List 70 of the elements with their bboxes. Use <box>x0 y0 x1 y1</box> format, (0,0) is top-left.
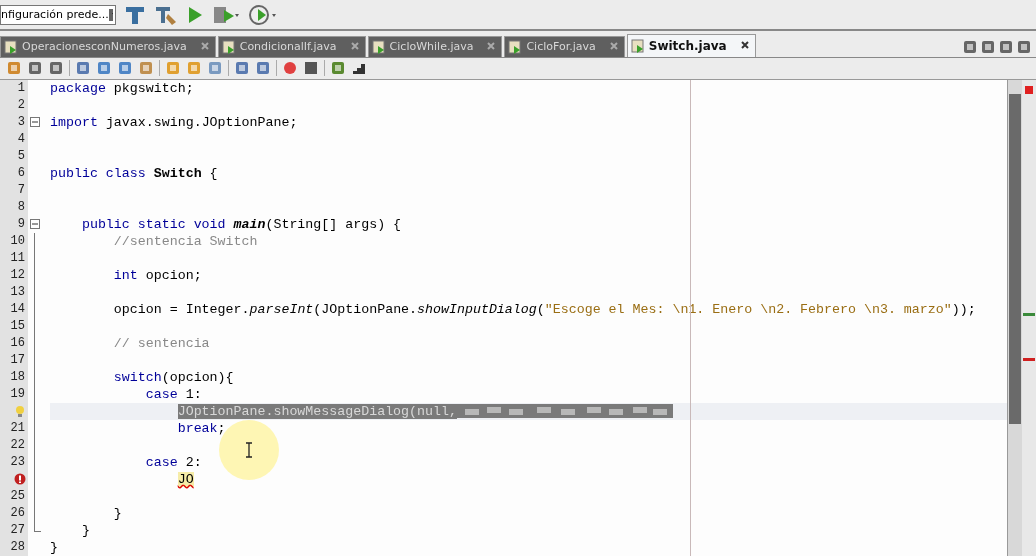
code-line: opcion = Integer.parseInt(JOptionPane.showInputDialog("Escoge el Mes: \n1. Enero \n2. Febrero \n3. marzo")); <box>112 301 977 318</box>
line-number: 21 <box>10 421 25 435</box>
line-number: 3 <box>17 115 25 129</box>
line-number: 14 <box>10 302 25 316</box>
code-line: //sentencia Switch <box>112 233 259 250</box>
tab-label: OperacionesconNumeros.java <box>22 40 187 54</box>
tab-label: CondicionalIf.java <box>239 40 337 54</box>
tab-label: CicloWhile.java <box>389 40 474 54</box>
code-line: case 1: <box>144 386 203 403</box>
tab-label: Switch.java <box>648 38 727 53</box>
line-number: 1 <box>17 81 25 95</box>
configuration-dropdown[interactable]: nfiguración prede... <box>0 4 116 25</box>
file-tab[interactable]: CondicionalIf.java <box>217 35 366 57</box>
java-file-icon <box>508 39 523 54</box>
error-icon[interactable] <box>14 473 26 485</box>
code-line: public class Switch { <box>50 165 219 182</box>
line-number: 11 <box>10 251 25 265</box>
code-line: break; <box>176 420 227 437</box>
collapse-icon[interactable] <box>30 219 40 229</box>
line-number: 19 <box>10 387 25 401</box>
close-icon[interactable] <box>740 41 749 50</box>
caret-icon <box>108 8 113 21</box>
file-tab[interactable]: OperacionesconNumeros.java <box>0 35 216 57</box>
line-number: 27 <box>10 523 25 537</box>
line-number: 6 <box>17 166 25 180</box>
java-file-icon <box>221 39 236 54</box>
text-cursor-icon <box>245 442 253 458</box>
scrollbar[interactable] <box>1007 80 1022 556</box>
line-number: 12 <box>10 268 25 282</box>
line-number: 7 <box>17 183 25 197</box>
line-number: 28 <box>10 540 25 554</box>
java-file-icon <box>4 39 18 54</box>
line-number: 22 <box>10 438 25 452</box>
line-number: 15 <box>10 319 25 333</box>
collapse-icon[interactable] <box>30 117 40 127</box>
line-number: 9 <box>17 217 25 231</box>
line-number: 2 <box>17 98 25 112</box>
line-number: 13 <box>10 285 25 299</box>
code-line: // sentencia <box>112 335 211 352</box>
stop-icon[interactable] <box>303 60 319 77</box>
tab-label: CicloFor.java <box>526 40 596 54</box>
record-icon[interactable] <box>282 60 298 77</box>
file-tab[interactable]: Switch.java <box>626 33 756 57</box>
line-number: 25 <box>10 489 25 503</box>
line-number: 17 <box>10 353 25 367</box>
code-line: } <box>50 539 59 556</box>
code-line: public static void main(String[] args) { <box>80 216 403 233</box>
code-line: } <box>80 522 91 539</box>
line-number: 10 <box>10 234 25 248</box>
line-number: 5 <box>17 149 25 163</box>
file-tab[interactable]: CicloFor.java <box>504 35 625 57</box>
java-file-icon <box>630 38 645 53</box>
line-number: 8 <box>17 200 25 214</box>
code-line: case 2: <box>144 454 203 471</box>
error-stripe-icon <box>1025 86 1033 94</box>
code-line: import javax.swing.JOptionPane; <box>50 114 299 131</box>
line-number: 16 <box>10 336 25 350</box>
code-line: } <box>112 505 123 522</box>
code-line: int opcion; <box>112 267 203 284</box>
line-number: 4 <box>17 132 25 146</box>
line-number: 26 <box>10 506 25 520</box>
profile-icon[interactable] <box>248 3 278 26</box>
line-number: 23 <box>10 455 25 469</box>
file-tab[interactable]: CicloWhile.java <box>367 35 503 57</box>
line-number: 18 <box>10 370 25 384</box>
code-line: package pkgswitch; <box>50 80 195 97</box>
run-icon[interactable] <box>186 4 204 25</box>
java-file-icon <box>371 39 386 54</box>
lightbulb-icon[interactable] <box>15 405 25 418</box>
code-line: switch(opcion){ <box>112 369 235 386</box>
